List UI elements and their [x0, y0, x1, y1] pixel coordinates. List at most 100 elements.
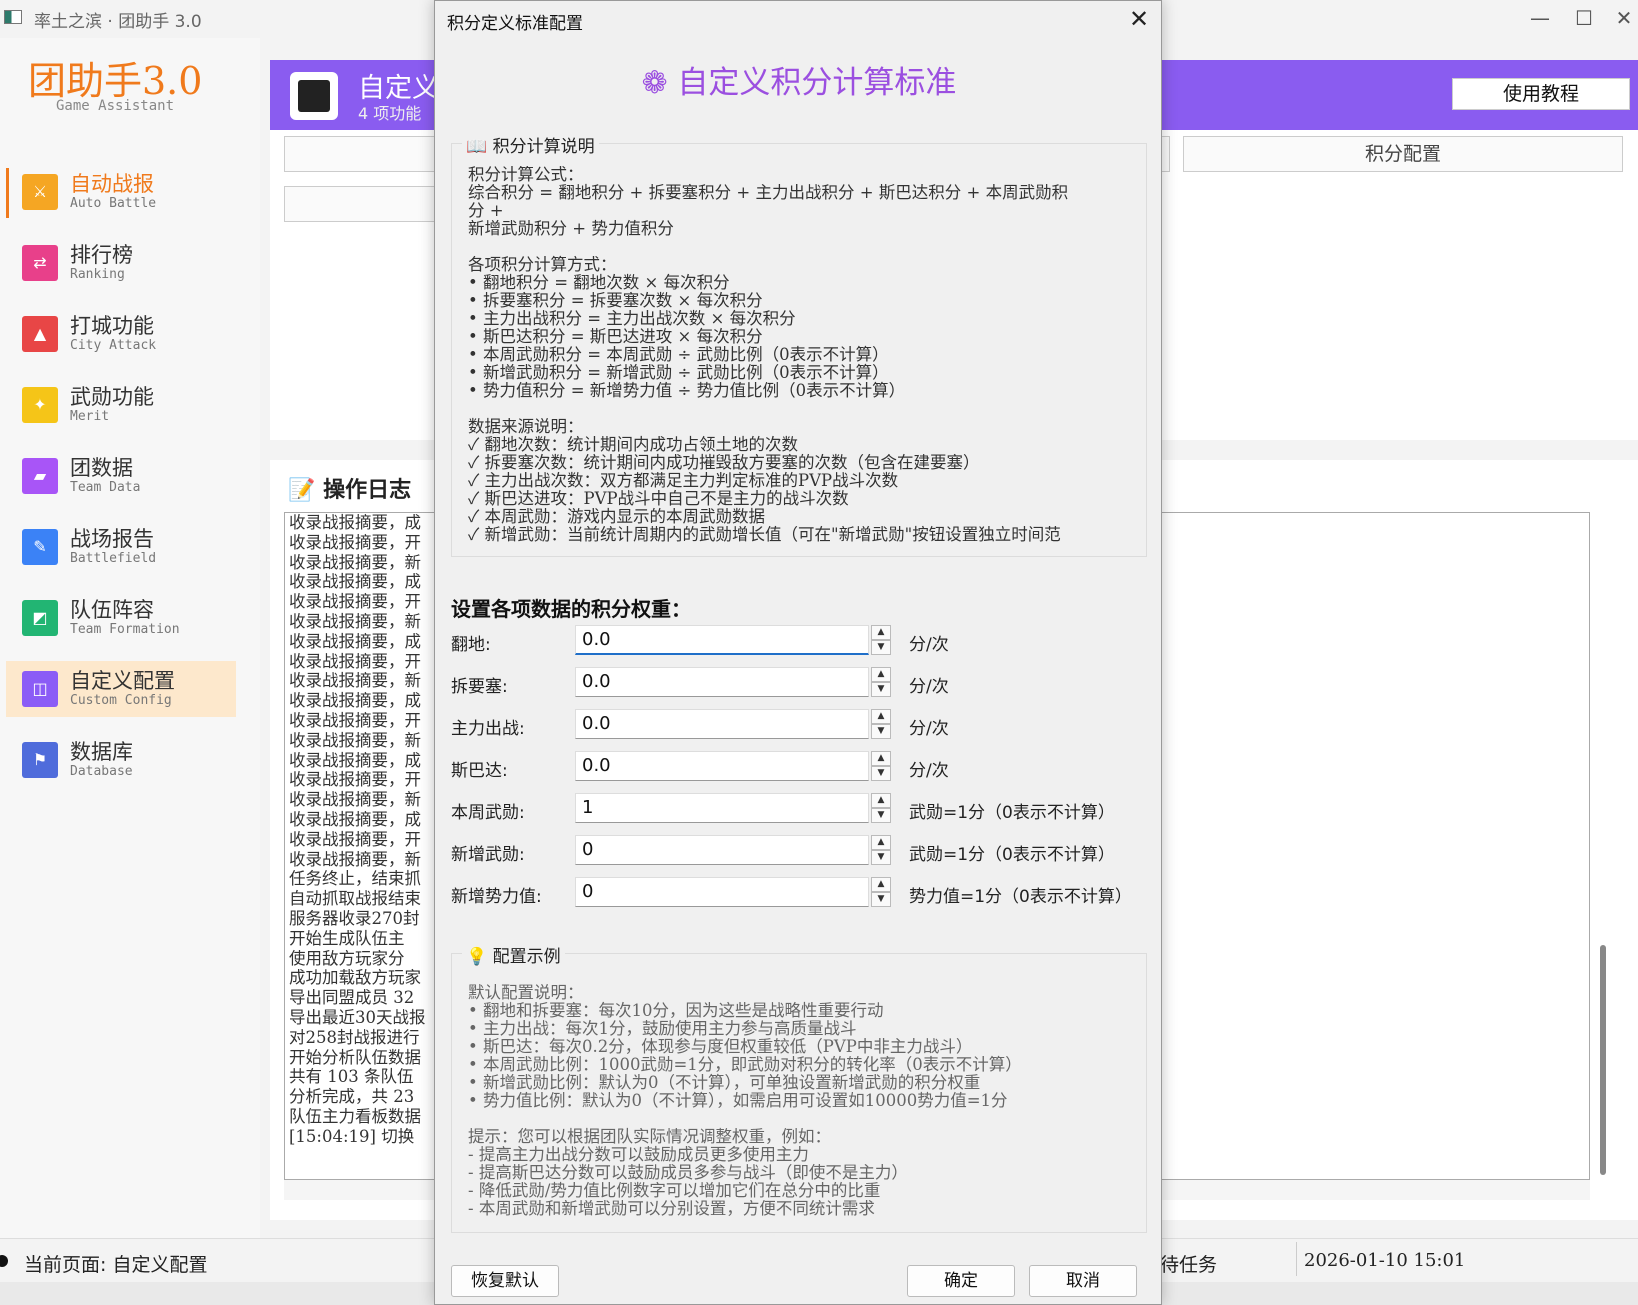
sidebar-item-sublabel: Ranking	[70, 267, 125, 282]
minimize-button[interactable]: —	[1520, 4, 1560, 32]
reset-default-button[interactable]: 恢复默认	[451, 1265, 559, 1297]
weights-title: 设置各项数据的积分权重：	[451, 597, 691, 621]
weight-row-sparta: 斯巴达: 0.0 ▲ ▼ 分/次	[451, 751, 1151, 783]
weight-unit: 分/次	[909, 719, 949, 739]
spin-down-icon[interactable]: ▼	[871, 640, 891, 655]
banner-subtitle: 4 项功能	[358, 104, 422, 123]
window-title: 率土之滨 · 团助手 3.0	[34, 12, 202, 32]
fortress-weight-input[interactable]: 0.0	[575, 667, 869, 697]
weight-row-weekly-merit: 本周武勋: 1 ▲ ▼ 武勋=1分（0表示不计算）	[451, 793, 1151, 825]
sidebar-item-label: 打城功能	[70, 314, 154, 338]
weekly-merit-weight-input[interactable]: 1	[575, 793, 869, 823]
spin-down-icon[interactable]: ▼	[871, 892, 891, 907]
weight-row-main-force: 主力出战: 0.0 ▲ ▼ 分/次	[451, 709, 1151, 741]
spin-down-icon[interactable]: ▼	[871, 766, 891, 781]
example-text: 默认配置说明： • 翻地和拆要塞：每次10分，因为这些是战略性重要行动 • 主力…	[468, 984, 1022, 1218]
spinbox-arrows: ▲ ▼	[871, 877, 891, 907]
sidebar-item-label: 自动战报	[70, 172, 154, 196]
sidebar-item-merit[interactable]: ✦ 武勋功能 Merit	[6, 377, 236, 433]
sidebar-item-battlefield[interactable]: ✎ 战场报告 Battlefield	[6, 519, 236, 575]
sidebar-item-sublabel: City Attack	[70, 338, 157, 353]
sidebar-item-city-attack[interactable]: ▲ 打城功能 City Attack	[6, 306, 236, 362]
spin-up-icon[interactable]: ▲	[871, 793, 891, 808]
app-icon	[4, 10, 22, 24]
spin-up-icon[interactable]: ▲	[871, 667, 891, 682]
spinbox-arrows: ▲ ▼	[871, 751, 891, 781]
weight-label: 新增武勋:	[451, 845, 525, 865]
status-current-page: 当前页面: 自定义配置	[24, 1254, 208, 1276]
new-power-weight-input[interactable]: 0	[575, 877, 869, 907]
spin-down-icon[interactable]: ▼	[871, 682, 891, 697]
merit-icon: ✦	[22, 387, 58, 423]
weight-row-new-power: 新增势力值: 0 ▲ ▼ 势力值=1分（0表示不计算）	[451, 877, 1151, 909]
weight-label: 主力出战:	[451, 719, 525, 739]
weight-unit: 武勋=1分（0表示不计算）	[909, 845, 1115, 865]
spin-down-icon[interactable]: ▼	[871, 808, 891, 823]
sidebar-item-team-formation[interactable]: ◩ 队伍阵容 Team Formation	[6, 590, 236, 646]
sidebar-item-label: 队伍阵容	[70, 598, 154, 622]
ok-button[interactable]: 确定	[907, 1265, 1015, 1297]
score-config-tab[interactable]: 积分配置	[1183, 136, 1623, 172]
function-tab-1[interactable]	[284, 136, 444, 172]
sidebar-item-label: 排行榜	[70, 243, 133, 267]
spinbox-arrows: ▲ ▼	[871, 793, 891, 823]
sidebar-item-auto-battle[interactable]: ⚔ 自动战报 Auto Battle	[6, 164, 236, 220]
explain-text: 积分计算公式： 综合积分 = 翻地积分 + 拆要塞积分 + 主力出战积分 + 斯…	[468, 166, 1069, 544]
sidebar-item-ranking[interactable]: ⇄ 排行榜 Ranking	[6, 235, 236, 291]
tutorial-button[interactable]: 使用教程	[1452, 78, 1630, 110]
ranking-icon: ⇄	[22, 245, 58, 281]
weight-unit: 分/次	[909, 761, 949, 781]
sidebar-item-label: 自定义配置	[70, 669, 175, 693]
spin-up-icon[interactable]: ▲	[871, 709, 891, 724]
example-group-title: 💡 配置示例	[462, 942, 565, 967]
spin-up-icon[interactable]: ▲	[871, 877, 891, 892]
close-window-button[interactable]: ✕	[1604, 4, 1638, 32]
spin-down-icon[interactable]: ▼	[871, 724, 891, 739]
sidebar-item-label: 数据库	[70, 740, 133, 764]
sidebar-item-sublabel: Auto Battle	[70, 196, 157, 211]
custom-config-icon: ◫	[22, 671, 58, 707]
dialog-title: 积分定义标准配置	[447, 14, 583, 34]
main-force-weight-input[interactable]: 0.0	[575, 709, 869, 739]
weight-unit: 势力值=1分（0表示不计算）	[909, 887, 1132, 907]
spin-up-icon[interactable]: ▲	[871, 751, 891, 766]
maximize-button[interactable]: ☐	[1564, 4, 1604, 32]
sidebar-item-sublabel: Team Data	[70, 480, 141, 495]
spin-up-icon[interactable]: ▲	[871, 835, 891, 850]
edit-log-icon: 📝	[288, 478, 316, 503]
city-attack-icon: ▲	[22, 316, 58, 352]
team-formation-icon: ◩	[22, 600, 58, 636]
weight-label: 本周武勋:	[451, 803, 525, 823]
weight-label: 斯巴达:	[451, 761, 508, 781]
dialog-heading: ❁ 自定义积分计算标准	[641, 65, 957, 101]
status-time: 2026-01-10 15:01	[1304, 1250, 1466, 1271]
weight-row-new-merit: 新增武勋: 0 ▲ ▼ 武勋=1分（0表示不计算）	[451, 835, 1151, 867]
log-vertical-scrollbar[interactable]	[1600, 945, 1606, 1175]
spin-up-icon[interactable]: ▲	[871, 625, 891, 640]
cancel-button[interactable]: 取消	[1029, 1265, 1137, 1297]
sidebar-item-database[interactable]: ⚑ 数据库 Database	[6, 732, 236, 788]
score-config-dialog: 积分定义标准配置 ✕ ❁ 自定义积分计算标准 📖 积分计算说明 积分计算公式： …	[434, 0, 1162, 1305]
sidebar-item-sublabel: Custom Config	[70, 693, 172, 708]
land-weight-input[interactable]: 0.0	[575, 625, 869, 655]
weight-row-fortress: 拆要塞: 0.0 ▲ ▼ 分/次	[451, 667, 1151, 699]
function-tab-2[interactable]	[284, 186, 444, 222]
spin-down-icon[interactable]: ▼	[871, 850, 891, 865]
app-logo-subtitle: Game Assistant	[56, 98, 175, 114]
weight-label: 拆要塞:	[451, 677, 508, 697]
sparta-weight-input[interactable]: 0.0	[575, 751, 869, 781]
database-icon: ⚑	[22, 742, 58, 778]
status-task: 待任务	[1160, 1254, 1218, 1276]
spinbox-arrows: ▲ ▼	[871, 667, 891, 697]
dialog-close-button[interactable]: ✕	[1123, 5, 1155, 33]
battlefield-icon: ✎	[22, 529, 58, 565]
sidebar-item-sublabel: Database	[70, 764, 133, 779]
team-data-icon: ▰	[22, 458, 58, 494]
sidebar-item-label: 武勋功能	[70, 385, 154, 409]
new-merit-weight-input[interactable]: 0	[575, 835, 869, 865]
sidebar-item-label: 战场报告	[70, 527, 154, 551]
sidebar-item-team-data[interactable]: ▰ 团数据 Team Data	[6, 448, 236, 504]
sidebar-item-sublabel: Merit	[70, 409, 110, 424]
explain-group-title: 📖 积分计算说明	[462, 132, 599, 157]
sidebar-item-custom-config[interactable]: ◫ 自定义配置 Custom Config	[6, 661, 236, 717]
